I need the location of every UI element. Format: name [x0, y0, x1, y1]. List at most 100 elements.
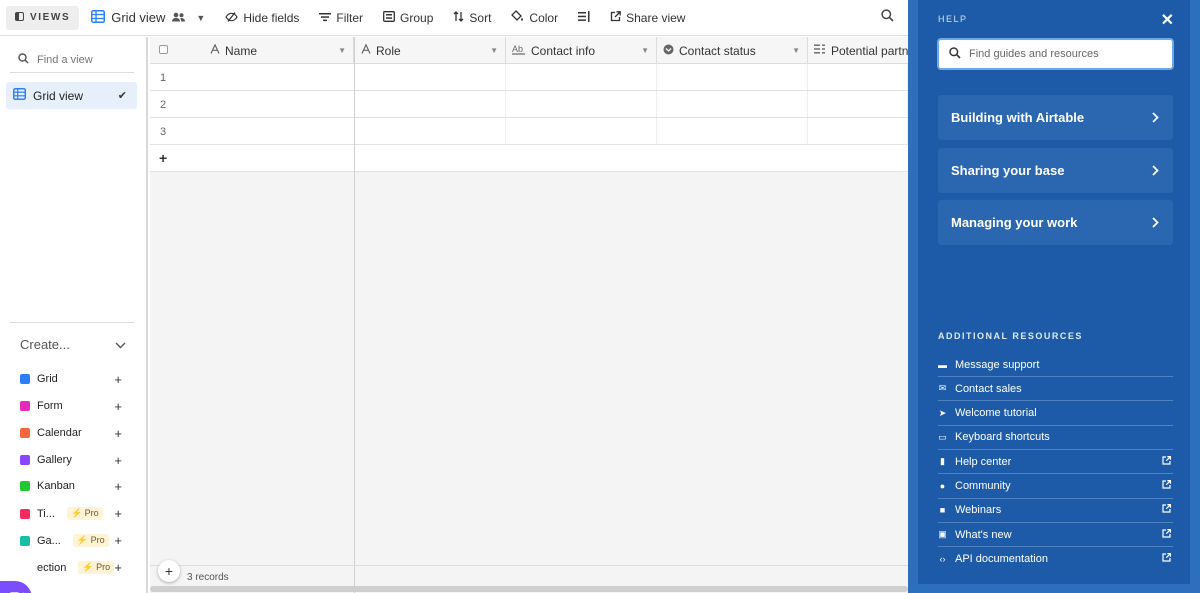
- create-view-item[interactable]: Kanban +: [20, 479, 126, 494]
- chevron-right-icon: [1152, 110, 1159, 126]
- table-row[interactable]: 3: [150, 118, 908, 145]
- views-toggle-button[interactable]: VIEWS: [6, 5, 80, 30]
- resource-link[interactable]: ▮ Help center: [938, 450, 1173, 475]
- plus-icon[interactable]: +: [114, 533, 122, 548]
- sidebar-item-label: Grid view: [33, 88, 84, 103]
- plus-icon[interactable]: +: [114, 479, 122, 494]
- table-cell[interactable]: [808, 118, 908, 144]
- keyboard-icon: ▭: [938, 431, 947, 442]
- text-icon: [361, 43, 371, 57]
- group-icon: [383, 10, 395, 25]
- filter-button[interactable]: Filter: [319, 11, 363, 25]
- plus-icon[interactable]: +: [114, 506, 122, 521]
- search-icon[interactable]: [881, 9, 894, 25]
- plus-icon[interactable]: +: [114, 453, 122, 468]
- table-cell[interactable]: [506, 118, 657, 144]
- create-view-section-toggle[interactable]: Create...: [20, 337, 126, 352]
- help-topic-label: Sharing your base: [951, 163, 1065, 178]
- collaborators-icon: [171, 10, 186, 25]
- resource-link[interactable]: ▬ Message support: [938, 353, 1173, 377]
- help-search-field[interactable]: [937, 38, 1174, 70]
- resource-link[interactable]: ▣ What's new: [938, 523, 1173, 548]
- resource-label: Webinars: [955, 504, 1002, 517]
- chevron-down-icon[interactable]: ▼: [338, 46, 346, 55]
- create-view-item[interactable]: ection ⚡ Pro +: [20, 560, 126, 575]
- table-cell[interactable]: [657, 91, 808, 117]
- pro-badge: ⚡ Pro: [72, 534, 109, 547]
- add-record-button[interactable]: +: [158, 560, 180, 582]
- find-view-search[interactable]: Find a view: [10, 47, 134, 73]
- share-view-button[interactable]: Share view: [610, 11, 685, 25]
- sort-label: Sort: [469, 10, 492, 25]
- plus-icon[interactable]: +: [114, 399, 122, 414]
- add-row-button[interactable]: +: [150, 145, 908, 172]
- resource-link[interactable]: ✉ Contact sales: [938, 377, 1173, 402]
- group-button[interactable]: Group: [383, 11, 433, 25]
- view-type-icon: [20, 481, 30, 491]
- sidebar-item-grid-view[interactable]: Grid view ✔: [6, 82, 137, 109]
- column-header[interactable]: Contact status ▼: [657, 37, 808, 64]
- horizontal-scrollbar[interactable]: [150, 586, 908, 592]
- resource-link[interactable]: ▭ Keyboard shortcuts: [938, 426, 1173, 450]
- chevron-down-icon[interactable]: ▼: [490, 46, 498, 55]
- help-topic-label: Managing your work: [951, 215, 1078, 230]
- frozen-column-divider[interactable]: [354, 37, 355, 593]
- chevron-down-icon[interactable]: ▼: [641, 46, 649, 55]
- help-search-input[interactable]: [969, 48, 1159, 60]
- row-height-button[interactable]: [578, 10, 590, 25]
- table-cell[interactable]: [355, 64, 506, 90]
- table-cell[interactable]: [506, 91, 657, 117]
- code-icon: ‹›: [939, 554, 946, 565]
- chevron-down-icon: [115, 337, 126, 352]
- view-type-icon: [20, 562, 30, 573]
- plus-icon[interactable]: +: [114, 560, 122, 575]
- column-header[interactable]: Ab Contact info ▼: [506, 37, 657, 64]
- column-header[interactable]: Role ▼: [355, 37, 506, 64]
- column-header[interactable]: Potential partne: [808, 37, 909, 64]
- create-view-item[interactable]: Grid +: [20, 372, 126, 387]
- table-row[interactable]: 2: [150, 91, 908, 118]
- color-label: Color: [529, 10, 559, 25]
- create-view-item[interactable]: Gallery +: [20, 453, 126, 468]
- resource-label: Keyboard shortcuts: [955, 431, 1050, 444]
- eye-slash-icon: [225, 11, 239, 25]
- table-cell[interactable]: [657, 64, 808, 90]
- resource-link[interactable]: ➤ Welcome tutorial: [938, 402, 1173, 426]
- table-cell[interactable]: [506, 64, 657, 90]
- create-view-item[interactable]: Calendar +: [20, 426, 126, 441]
- plus-icon[interactable]: +: [114, 426, 122, 441]
- external-link-icon: [1162, 553, 1171, 565]
- sort-icon: [453, 10, 464, 25]
- video-call-button[interactable]: [0, 581, 32, 593]
- book-icon: ▮: [940, 456, 945, 467]
- views-label: VIEWS: [30, 12, 71, 23]
- resource-link[interactable]: ● Community: [938, 475, 1173, 499]
- chevron-right-icon: [1152, 215, 1159, 231]
- view-name-menu[interactable]: Grid view ▼: [91, 9, 205, 26]
- close-icon[interactable]: ✕: [1161, 10, 1174, 30]
- create-view-item[interactable]: Ga... ⚡ Pro +: [20, 533, 126, 548]
- table-cell[interactable]: [808, 64, 908, 90]
- column-header[interactable]: Name ▼: [150, 37, 354, 64]
- table-cell[interactable]: [355, 91, 506, 117]
- create-view-item[interactable]: Form +: [20, 399, 126, 414]
- resource-label: Welcome tutorial: [955, 407, 1037, 420]
- table-cell[interactable]: [657, 118, 808, 144]
- video-icon: ■: [939, 505, 946, 516]
- sort-button[interactable]: Sort: [453, 11, 491, 25]
- chevron-down-icon[interactable]: ▼: [792, 46, 800, 55]
- sidebar-divider: [10, 322, 134, 323]
- table-row[interactable]: 1: [150, 64, 908, 91]
- table-cell[interactable]: [355, 118, 506, 144]
- create-view-item[interactable]: Ti... ⚡ Pro +: [20, 506, 126, 521]
- help-topic-card[interactable]: Sharing your base: [938, 148, 1173, 193]
- resource-link[interactable]: ‹› API documentation: [938, 547, 1173, 571]
- help-topic-card[interactable]: Building with Airtable: [938, 95, 1173, 140]
- resource-link[interactable]: ■ Webinars: [938, 499, 1173, 523]
- plus-icon[interactable]: +: [114, 372, 122, 387]
- search-icon: [949, 46, 961, 62]
- table-cell[interactable]: [808, 91, 908, 117]
- hide-fields-button[interactable]: Hide fields: [225, 11, 299, 25]
- help-topic-card[interactable]: Managing your work: [938, 200, 1173, 245]
- color-button[interactable]: Color: [511, 10, 558, 25]
